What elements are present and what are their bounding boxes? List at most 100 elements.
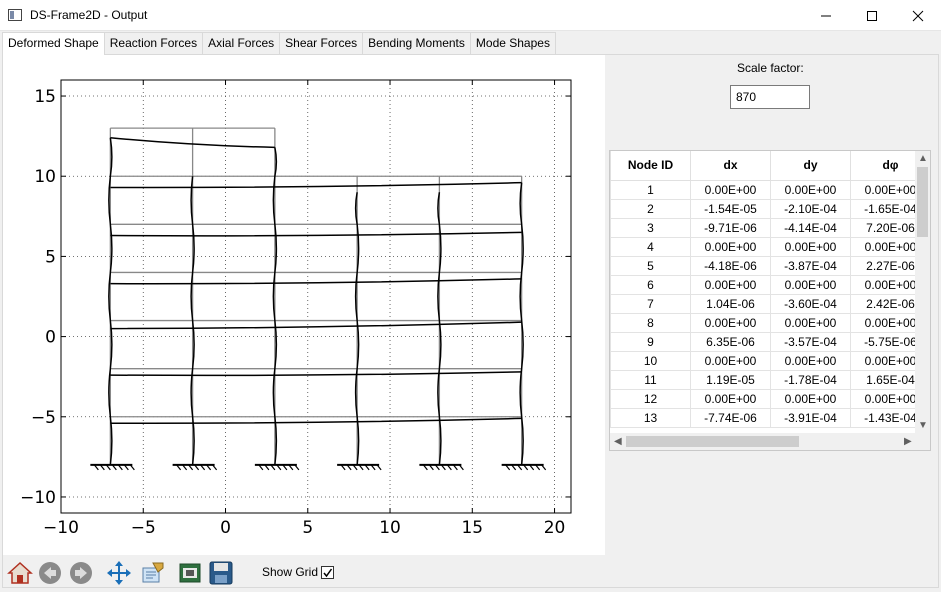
tab-shear-forces[interactable]: Shear Forces bbox=[279, 32, 364, 54]
scroll-right-icon[interactable]: ▶ bbox=[904, 437, 912, 447]
scale-factor-input[interactable] bbox=[730, 85, 810, 109]
cell-node-id[interactable]: 6 bbox=[610, 274, 691, 295]
cell-dy[interactable]: -1.78E-04 bbox=[770, 369, 851, 390]
cell-dy[interactable]: -3.57E-04 bbox=[770, 331, 851, 352]
column-header-dphi[interactable]: dφ bbox=[850, 151, 917, 181]
pan-icon bbox=[107, 561, 131, 585]
horizontal-scrollbar[interactable]: ◀ ▶ bbox=[610, 433, 930, 450]
table-row[interactable]: 3 -9.71E-06 -4.14E-04 7.20E-06 bbox=[610, 217, 917, 238]
cell-dy[interactable]: 0.00E+00 bbox=[770, 274, 851, 295]
cell-node-id[interactable]: 3 bbox=[610, 217, 691, 238]
table-row[interactable]: 13 -7.74E-06 -3.91E-04 -1.43E-04 bbox=[610, 407, 917, 428]
table-row[interactable]: 8 0.00E+00 0.00E+00 0.00E+00 bbox=[610, 312, 917, 333]
cell-dy[interactable]: 0.00E+00 bbox=[770, 350, 851, 371]
scroll-down-icon[interactable]: ▼ bbox=[918, 421, 928, 431]
x-tick-label: 10 bbox=[379, 518, 401, 538]
column-header-dy[interactable]: dy bbox=[770, 151, 851, 181]
cell-dphi[interactable]: 0.00E+00 bbox=[850, 350, 917, 371]
column-header-dx[interactable]: dx bbox=[690, 151, 771, 181]
table-row[interactable]: 2 -1.54E-05 -2.10E-04 -1.65E-04 bbox=[610, 198, 917, 219]
cell-dphi[interactable]: 0.00E+00 bbox=[850, 312, 917, 333]
show-grid-checkbox[interactable] bbox=[321, 565, 335, 579]
cell-dphi[interactable]: 0.00E+00 bbox=[850, 179, 917, 200]
cell-dphi[interactable]: 2.42E-06 bbox=[850, 293, 917, 314]
cell-node-id[interactable]: 12 bbox=[610, 388, 691, 409]
cell-dx[interactable]: 0.00E+00 bbox=[690, 179, 771, 200]
scroll-up-icon[interactable]: ▲ bbox=[918, 154, 928, 164]
cell-node-id[interactable]: 5 bbox=[610, 255, 691, 276]
cell-dphi[interactable]: -5.75E-06 bbox=[850, 331, 917, 352]
deformed-shape-plot[interactable]: −10 −5 0 5 10 15 20 −10 −5 0 5 10 15 bbox=[3, 55, 605, 555]
vertical-scroll-thumb[interactable] bbox=[917, 167, 928, 237]
table-row[interactable]: 12 0.00E+00 0.00E+00 0.00E+00 bbox=[610, 388, 917, 409]
cell-dy[interactable]: -3.60E-04 bbox=[770, 293, 851, 314]
cell-node-id[interactable]: 8 bbox=[610, 312, 691, 333]
cell-dy[interactable]: -4.14E-04 bbox=[770, 217, 851, 238]
cell-dy[interactable]: 0.00E+00 bbox=[770, 388, 851, 409]
tab-axial-forces[interactable]: Axial Forces bbox=[202, 32, 281, 54]
cell-dx[interactable]: -4.18E-06 bbox=[690, 255, 771, 276]
cell-dx[interactable]: 0.00E+00 bbox=[690, 274, 771, 295]
table-row[interactable]: 5 -4.18E-06 -3.87E-04 2.27E-06 bbox=[610, 255, 917, 276]
cell-dphi[interactable]: -1.43E-04 bbox=[850, 407, 917, 428]
pan-button[interactable] bbox=[106, 560, 132, 586]
cell-dphi[interactable]: 0.00E+00 bbox=[850, 274, 917, 295]
cell-node-id[interactable]: 7 bbox=[610, 293, 691, 314]
cell-dx[interactable]: -9.71E-06 bbox=[690, 217, 771, 238]
cell-dx[interactable]: 0.00E+00 bbox=[690, 312, 771, 333]
cell-dx[interactable]: 1.04E-06 bbox=[690, 293, 771, 314]
cell-node-id[interactable]: 1 bbox=[610, 179, 691, 200]
home-button[interactable] bbox=[7, 560, 33, 586]
cell-dy[interactable]: -3.91E-04 bbox=[770, 407, 851, 428]
table-row[interactable]: 7 1.04E-06 -3.60E-04 2.42E-06 bbox=[610, 293, 917, 314]
tab-deformed-shape[interactable]: Deformed Shape bbox=[2, 32, 105, 55]
zoom-button[interactable] bbox=[139, 560, 165, 586]
cell-dx[interactable]: 0.00E+00 bbox=[690, 388, 771, 409]
cell-dy[interactable]: 0.00E+00 bbox=[770, 179, 851, 200]
maximize-button[interactable] bbox=[849, 0, 895, 31]
vertical-scrollbar[interactable]: ▲ ▼ bbox=[915, 151, 930, 434]
table-row[interactable]: 11 1.19E-05 -1.78E-04 1.65E-04 bbox=[610, 369, 917, 390]
cell-dphi[interactable]: 0.00E+00 bbox=[850, 236, 917, 257]
cell-dy[interactable]: 0.00E+00 bbox=[770, 312, 851, 333]
cell-dphi[interactable]: 2.27E-06 bbox=[850, 255, 917, 276]
table-row[interactable]: 1 0.00E+00 0.00E+00 0.00E+00 bbox=[610, 179, 917, 200]
cell-node-id[interactable]: 13 bbox=[610, 407, 691, 428]
forward-button[interactable] bbox=[68, 560, 94, 586]
tab-mode-shapes[interactable]: Mode Shapes bbox=[469, 32, 556, 54]
cell-dy[interactable]: 0.00E+00 bbox=[770, 236, 851, 257]
cell-node-id[interactable]: 10 bbox=[610, 350, 691, 371]
show-grid-toggle[interactable]: Show Grid bbox=[262, 565, 335, 579]
table-row[interactable]: 9 6.35E-06 -3.57E-04 -5.75E-06 bbox=[610, 331, 917, 352]
table-row[interactable]: 6 0.00E+00 0.00E+00 0.00E+00 bbox=[610, 274, 917, 295]
tab-bending-moments[interactable]: Bending Moments bbox=[362, 32, 471, 54]
cell-node-id[interactable]: 2 bbox=[610, 198, 691, 219]
column-header-node-id[interactable]: Node ID bbox=[610, 151, 691, 181]
cell-node-id[interactable]: 11 bbox=[610, 369, 691, 390]
back-button[interactable] bbox=[37, 560, 63, 586]
cell-dy[interactable]: -3.87E-04 bbox=[770, 255, 851, 276]
configure-subplots-button[interactable] bbox=[177, 560, 203, 586]
minimize-button[interactable] bbox=[803, 0, 849, 31]
save-button[interactable] bbox=[208, 560, 234, 586]
close-button[interactable] bbox=[895, 0, 941, 31]
horizontal-scroll-thumb[interactable] bbox=[626, 436, 799, 447]
cell-dx[interactable]: 6.35E-06 bbox=[690, 331, 771, 352]
cell-dphi[interactable]: 0.00E+00 bbox=[850, 388, 917, 409]
cell-dx[interactable]: 1.19E-05 bbox=[690, 369, 771, 390]
cell-dphi[interactable]: -1.65E-04 bbox=[850, 198, 917, 219]
cell-dy[interactable]: -2.10E-04 bbox=[770, 198, 851, 219]
x-tick-label: −10 bbox=[43, 518, 79, 538]
cell-dx[interactable]: -1.54E-05 bbox=[690, 198, 771, 219]
cell-dphi[interactable]: 1.65E-04 bbox=[850, 369, 917, 390]
cell-node-id[interactable]: 4 bbox=[610, 236, 691, 257]
cell-dx[interactable]: 0.00E+00 bbox=[690, 350, 771, 371]
tab-reaction-forces[interactable]: Reaction Forces bbox=[103, 32, 204, 54]
table-row[interactable]: 10 0.00E+00 0.00E+00 0.00E+00 bbox=[610, 350, 917, 371]
table-row[interactable]: 4 0.00E+00 0.00E+00 0.00E+00 bbox=[610, 236, 917, 257]
scroll-left-icon[interactable]: ◀ bbox=[614, 437, 622, 447]
cell-dx[interactable]: -7.74E-06 bbox=[690, 407, 771, 428]
cell-node-id[interactable]: 9 bbox=[610, 331, 691, 352]
cell-dphi[interactable]: 7.20E-06 bbox=[850, 217, 917, 238]
cell-dx[interactable]: 0.00E+00 bbox=[690, 236, 771, 257]
